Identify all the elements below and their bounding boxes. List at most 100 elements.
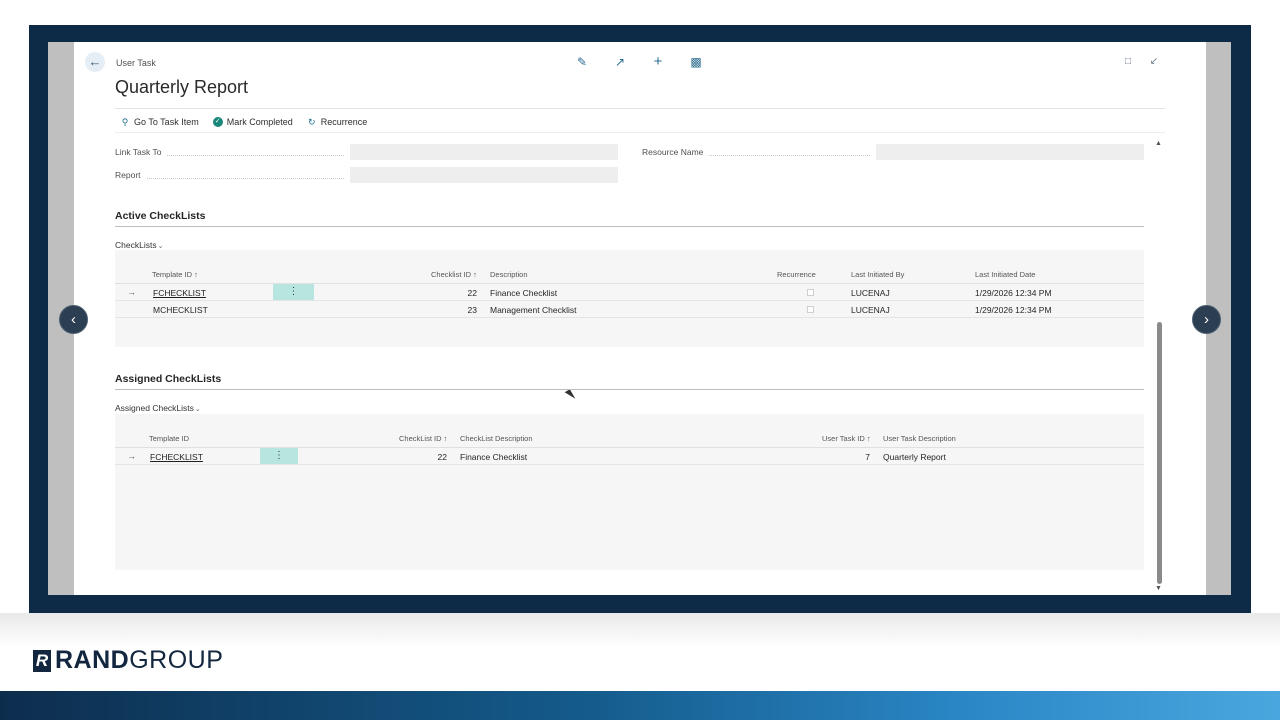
checklist-description-cell: Finance Checklist [460,452,528,462]
trash-icon[interactable]: ▩ [688,54,704,70]
scroll-down-icon[interactable]: ▼ [1155,585,1162,592]
col-checklist-id[interactable]: Checklist ID ↑ [431,270,477,279]
scroll-up-icon[interactable]: ▲ [1155,140,1162,147]
report-label: Report [115,170,141,180]
check-circle-icon: ✓ [212,117,223,127]
row-arrow-icon: → [127,287,136,297]
task-card-page: ← User Task Quarterly Report ✎ ↗ + ▩ □ ↙… [74,42,1206,595]
description-cell: Management Checklist [490,305,577,315]
open-new-window-icon[interactable]: □ [1120,54,1136,70]
refresh-icon: ↻ [307,117,316,127]
row-arrow-icon: → [127,451,136,461]
checklists-subtab-label: CheckLists [115,240,157,250]
logo-text-light: GROUP [129,646,224,674]
brand-bar [0,691,1280,720]
header-divider [115,108,1165,109]
resource-name-label: Resource Name [642,147,704,157]
col-template-id[interactable]: Template ID ↑ [152,270,198,279]
chevron-left-icon: ‹ [71,311,76,328]
chevron-down-icon: ⌄ [194,406,201,413]
page-title: Quarterly Report [115,77,249,97]
chevron-right-icon: › [1204,311,1209,328]
leader-dots [709,148,870,156]
row-menu-icon[interactable]: ⋮ [260,448,298,464]
col-description[interactable]: Description [490,270,528,279]
recurrence-checkbox[interactable] [807,306,814,313]
next-slide-button[interactable]: › [1192,305,1221,334]
col-user-task-description[interactable]: User Task Description [883,434,956,443]
link-task-to-input[interactable] [350,144,618,160]
plus-icon[interactable]: + [650,54,666,70]
previous-slide-button[interactable]: ‹ [59,305,88,334]
last-initiated-date-cell: 1/29/2026 12:34 PM [975,288,1052,298]
template-id-link[interactable]: FCHECKLIST [153,288,206,298]
table-row[interactable]: MCHECKLIST 23 Management Checklist LUCEN… [115,301,1144,318]
section-rule [115,226,1144,227]
row-menu-icon[interactable]: ⋮ [273,284,314,300]
col-template-id[interactable]: Template ID [149,434,189,443]
user-task-id-cell: 7 [865,452,870,462]
template-id-cell[interactable]: MCHECKLIST [153,305,208,315]
checklists-subtab[interactable]: CheckLists⌄ [115,240,163,250]
go-to-task-item-button[interactable]: ⚲ Go To Task Item [120,115,199,129]
search-doc-icon: ⚲ [121,117,129,127]
last-initiated-by-cell: LUCENAJ [851,305,890,315]
leader-dots [167,148,344,156]
stage: ← User Task Quarterly Report ✎ ↗ + ▩ □ ↙… [0,0,1280,720]
template-id-link[interactable]: FCHECKLIST [150,452,203,462]
link-task-to-label: Link Task To [115,147,162,157]
recurrence-label: Recurrence [320,117,368,127]
grid-header: Template ID CheckList ID ↑ CheckList Des… [115,414,1144,448]
col-checklist-id[interactable]: CheckList ID ↑ [399,434,447,443]
chevron-down-icon: ⌄ [157,243,164,250]
collapse-icon[interactable]: ↙ [1146,54,1162,70]
last-initiated-by-cell: LUCENAJ [851,288,890,298]
section-rule [115,389,1144,390]
go-to-task-item-label: Go To Task Item [134,117,199,127]
back-arrow-icon: ← [88,54,102,69]
active-checklists-title: Active CheckLists [115,210,206,222]
share-icon[interactable]: ↗ [612,54,628,70]
vertical-scrollbar[interactable] [1157,322,1162,584]
table-row[interactable]: → FCHECKLIST ⋮ 22 Finance Checklist LUCE… [115,284,1144,301]
col-last-initiated-date[interactable]: Last Initiated Date [975,270,1035,279]
active-checklists-grid: Template ID ↑ Checklist ID ↑ Description… [115,250,1144,347]
user-task-description-cell: Quarterly Report [883,452,946,462]
logo-text: RANDGROUP [55,646,223,675]
leader-dots [146,171,344,179]
page-caption: User Task [116,58,156,68]
randgroup-logo: R RANDGROUP [33,646,223,675]
checklist-id-cell: 23 [467,305,477,315]
assigned-checklists-subtab[interactable]: Assigned CheckLists⌄ [115,403,201,413]
assigned-checklists-title: Assigned CheckLists [115,373,222,385]
table-row[interactable]: → FCHECKLIST ⋮ 22 Finance Checklist 7 Qu… [115,448,1144,465]
assigned-checklists-grid: Template ID CheckList ID ↑ CheckList Des… [115,414,1144,570]
report-input[interactable] [350,167,618,183]
recurrence-button[interactable]: ↻ Recurrence [307,115,368,129]
mark-completed-button[interactable]: ✓ Mark Completed [212,115,293,129]
back-button[interactable]: ← [85,52,105,72]
action-bar: ⚲ Go To Task Item ✓ Mark Completed ↻ Rec… [120,115,367,129]
col-user-task-id[interactable]: User Task ID ↑ [822,434,871,443]
col-last-initiated-by[interactable]: Last Initiated By [851,270,904,279]
mark-completed-label: Mark Completed [226,117,293,127]
last-initiated-date-cell: 1/29/2026 12:34 PM [975,305,1052,315]
description-cell: Finance Checklist [490,288,558,298]
resource-name-field: Resource Name [642,144,1144,160]
link-task-to-field: Link Task To [115,144,618,160]
recurrence-checkbox[interactable] [807,289,814,296]
col-checklist-description[interactable]: CheckList Description [460,434,533,443]
pencil-icon[interactable]: ✎ [574,54,590,70]
grid-header: Template ID ↑ Checklist ID ↑ Description… [115,250,1144,284]
logo-mark-icon: R [33,649,51,672]
assigned-checklists-subtab-label: Assigned CheckLists [115,403,194,413]
action-divider [115,132,1165,133]
record-actions: ✎ ↗ + ▩ [574,54,704,70]
window-actions: □ ↙ [1120,54,1162,70]
resource-name-input[interactable] [876,144,1144,160]
report-field: Report [115,167,618,183]
mouse-cursor [564,389,576,402]
logo-text-bold: RAND [55,646,130,674]
checklist-id-cell: 22 [437,452,447,462]
col-recurrence[interactable]: Recurrence [777,270,816,279]
